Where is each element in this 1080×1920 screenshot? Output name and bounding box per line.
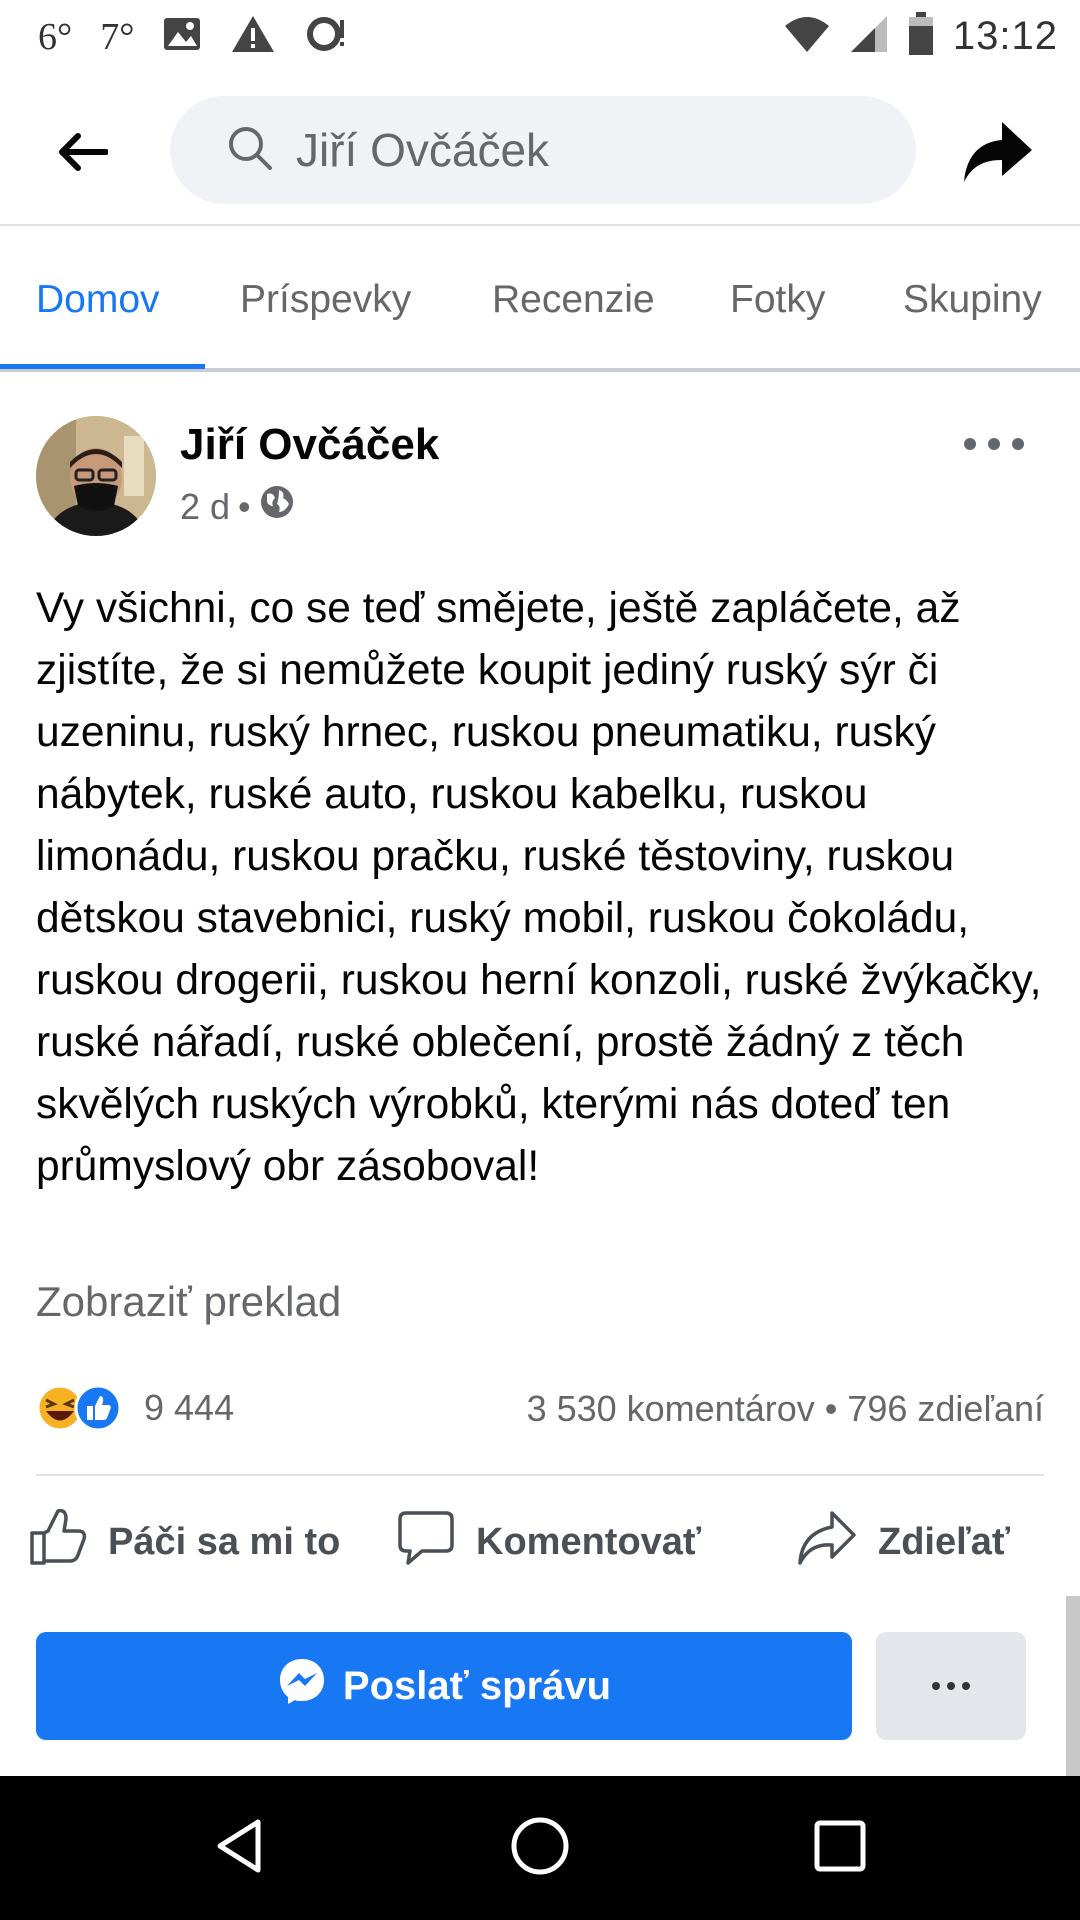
- send-message-label: Poslať správu: [342, 1663, 612, 1708]
- dot-icon: [988, 438, 1000, 450]
- post-actions: Páči sa mi to Komentovať Zdieľať: [0, 1500, 1080, 1584]
- active-tab-indicator: [0, 364, 205, 369]
- nav-recents-button[interactable]: [800, 1808, 880, 1888]
- share-icon: [962, 120, 1034, 189]
- share-button[interactable]: Zdieľať: [796, 1500, 1010, 1584]
- dot-icon: [1012, 438, 1024, 450]
- reactions-summary[interactable]: 9 444: [36, 1380, 234, 1436]
- like-reaction-icon: [74, 1384, 122, 1437]
- share-page-button[interactable]: [960, 116, 1036, 192]
- search-input[interactable]: [296, 123, 856, 177]
- post-meta: 2 d •: [180, 484, 295, 529]
- tab-recenzie[interactable]: Recenzie: [492, 278, 655, 322]
- globe-icon: [259, 484, 295, 529]
- temperature-1: 6°: [38, 15, 73, 58]
- thumbs-up-icon: [28, 1507, 88, 1577]
- send-message-button[interactable]: Poslať správu: [36, 1632, 852, 1740]
- post-author[interactable]: Jiří Ovčáček: [180, 420, 439, 470]
- messenger-icon: [277, 1656, 327, 1716]
- more-options-button[interactable]: [876, 1632, 1026, 1740]
- notification-icon: [304, 14, 350, 59]
- wifi-icon: [783, 14, 831, 59]
- tab-skupiny[interactable]: Skupiny: [903, 278, 1042, 322]
- status-bar: 6° 7° 13:12: [0, 0, 1080, 78]
- comment-icon: [396, 1507, 456, 1577]
- search-icon: [226, 124, 274, 177]
- warning-icon: [230, 14, 276, 59]
- dot-icon: [932, 1682, 940, 1690]
- signal-icon: [849, 14, 889, 59]
- post-stats[interactable]: 3 530 komentárov • 796 zdieľaní: [527, 1388, 1044, 1430]
- square-recents-icon: [812, 1818, 868, 1879]
- temperature-2: 7°: [100, 15, 135, 58]
- post-text: Vy všichni, co se teď smějete, ještě zap…: [36, 585, 1042, 1190]
- avatar[interactable]: [36, 416, 156, 536]
- image-icon: [162, 16, 202, 57]
- back-arrow-icon: [56, 132, 109, 177]
- triangle-back-icon: [210, 1816, 270, 1881]
- like-button[interactable]: Páči sa mi to: [28, 1500, 340, 1584]
- dot-icon: [962, 1682, 970, 1690]
- see-translation-link[interactable]: Zobraziť preklad: [36, 1278, 341, 1326]
- divider: [36, 1474, 1044, 1476]
- nav-back-button[interactable]: [200, 1808, 280, 1888]
- post-time[interactable]: 2 d: [180, 486, 230, 528]
- battery-icon: [907, 12, 935, 61]
- comment-button[interactable]: Komentovať: [396, 1500, 701, 1584]
- dot-icon: [964, 438, 976, 450]
- tab-prispevky[interactable]: Príspevky: [240, 278, 411, 322]
- navigation-bar: [0, 1776, 1080, 1920]
- tab-domov[interactable]: Domov: [36, 278, 160, 322]
- reaction-count[interactable]: 9 444: [144, 1387, 234, 1429]
- tab-fotky[interactable]: Fotky: [730, 278, 825, 322]
- back-button[interactable]: [52, 126, 112, 182]
- post-options-button[interactable]: [964, 424, 1024, 464]
- share-arrow-icon: [796, 1507, 858, 1577]
- meta-separator: •: [238, 485, 251, 527]
- share-label: Zdieľať: [878, 1520, 1011, 1563]
- search-header: [0, 78, 1080, 226]
- like-label: Páči sa mi to: [108, 1520, 341, 1563]
- clock: 13:12: [952, 14, 1058, 58]
- scrollbar[interactable]: [1066, 1596, 1080, 1776]
- search-bar[interactable]: [170, 96, 916, 204]
- comment-label: Komentovať: [476, 1520, 702, 1563]
- circle-home-icon: [508, 1814, 572, 1883]
- dot-icon: [947, 1682, 955, 1690]
- nav-home-button[interactable]: [500, 1808, 580, 1888]
- page-tabs: Domov Príspevky Recenzie Fotky Skupiny: [0, 228, 1080, 372]
- post-header: Jiří Ovčáček 2 d •: [0, 412, 1080, 542]
